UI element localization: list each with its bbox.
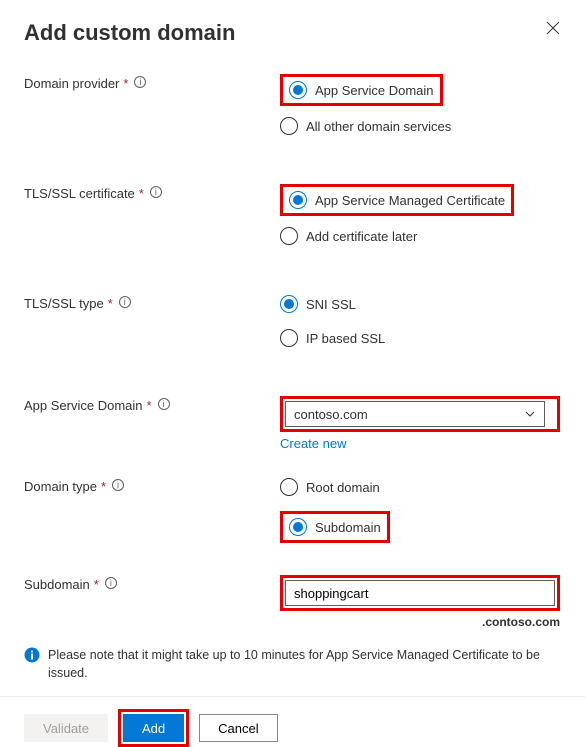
radio-label: SNI SSL: [306, 297, 356, 312]
chevron-down-icon: [524, 408, 536, 420]
radio-root-domain[interactable]: [280, 478, 298, 496]
radio-label: App Service Domain: [315, 83, 434, 98]
validate-button[interactable]: Validate: [24, 714, 108, 742]
radio-label: Add certificate later: [306, 229, 417, 244]
close-button[interactable]: [545, 20, 561, 36]
domain-provider-label: Domain provider: [24, 76, 119, 91]
radio-label: All other domain services: [306, 119, 451, 134]
info-icon[interactable]: i: [119, 296, 131, 308]
note-text: Please note that it might take up to 10 …: [48, 647, 561, 682]
info-icon: [24, 647, 40, 663]
page-title: Add custom domain: [24, 20, 235, 46]
info-icon[interactable]: i: [112, 479, 124, 491]
app-service-domain-label: App Service Domain: [24, 398, 143, 413]
required-marker: *: [108, 296, 113, 311]
required-marker: *: [123, 76, 128, 91]
required-marker: *: [139, 186, 144, 201]
info-icon[interactable]: i: [158, 398, 170, 410]
radio-label: Root domain: [306, 480, 380, 495]
highlight-box: Add: [118, 709, 189, 747]
highlight-box: Subdomain: [280, 511, 390, 543]
subdomain-label: Subdomain: [24, 577, 90, 592]
required-marker: *: [147, 398, 152, 413]
highlight-box: contoso.com: [280, 396, 560, 432]
create-new-link[interactable]: Create new: [280, 436, 346, 451]
radio-label: Subdomain: [315, 520, 381, 535]
radio-sni-ssl[interactable]: [280, 295, 298, 313]
radio-app-service-cert[interactable]: [289, 191, 307, 209]
info-icon[interactable]: i: [150, 186, 162, 198]
close-icon: [546, 21, 560, 35]
info-icon[interactable]: i: [134, 76, 146, 88]
tls-type-label: TLS/SSL type: [24, 296, 104, 311]
radio-subdomain[interactable]: [289, 518, 307, 536]
radio-app-service-domain[interactable]: [289, 81, 307, 99]
subdomain-suffix: .contoso.com: [280, 615, 560, 629]
cancel-button[interactable]: Cancel: [199, 714, 277, 742]
radio-ip-ssl[interactable]: [280, 329, 298, 347]
highlight-box: [280, 575, 560, 611]
required-marker: *: [94, 577, 99, 592]
tls-cert-label: TLS/SSL certificate: [24, 186, 135, 201]
dropdown-value: contoso.com: [294, 407, 368, 422]
highlight-box: App Service Domain: [280, 74, 443, 106]
app-service-domain-dropdown[interactable]: contoso.com: [285, 401, 545, 427]
info-icon[interactable]: i: [105, 577, 117, 589]
radio-all-other-domains[interactable]: [280, 117, 298, 135]
subdomain-input[interactable]: [285, 580, 555, 606]
add-button[interactable]: Add: [123, 714, 184, 742]
required-marker: *: [101, 479, 106, 494]
radio-label: App Service Managed Certificate: [315, 193, 505, 208]
radio-add-cert-later[interactable]: [280, 227, 298, 245]
radio-label: IP based SSL: [306, 331, 385, 346]
highlight-box: App Service Managed Certificate: [280, 184, 514, 216]
domain-type-label: Domain type: [24, 479, 97, 494]
